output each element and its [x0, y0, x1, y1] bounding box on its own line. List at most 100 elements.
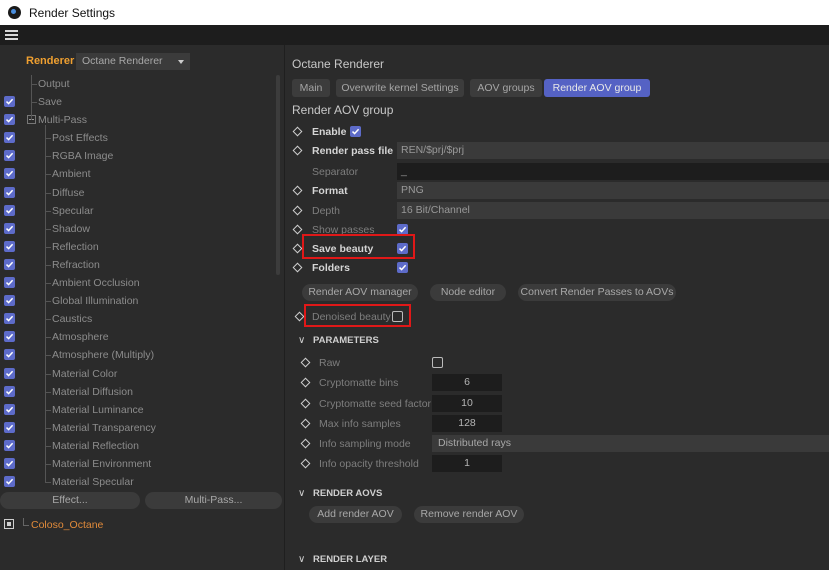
format-select[interactable]: PNG	[397, 182, 829, 199]
tree-item-checkbox[interactable]	[4, 150, 15, 162]
tree-item[interactable]: Output	[0, 75, 275, 93]
keyframe-diamond-icon[interactable]	[292, 224, 303, 235]
tab-overwrite-kernel-settings[interactable]: Overwrite kernel Settings	[336, 79, 464, 97]
highlight-box-denoised-beauty	[304, 304, 411, 327]
tree-item[interactable]: Material Color	[0, 365, 275, 383]
tree-item-checkbox[interactable]	[4, 168, 15, 180]
tree-item-checkbox[interactable]	[4, 222, 15, 234]
tree-item-label: Save	[38, 96, 62, 109]
tab-render-aov-group[interactable]: Render AOV group	[544, 79, 650, 97]
cryptomatte-bins-input[interactable]: 6	[432, 374, 502, 391]
tree-item[interactable]: Caustics	[0, 310, 275, 328]
highlight-box-save-beauty	[302, 234, 415, 259]
tree-item[interactable]: RGBA Image	[0, 147, 275, 165]
info-opacity-threshold-input[interactable]: 1	[432, 455, 502, 472]
tree-item[interactable]: Material Diffusion	[0, 383, 275, 401]
node-editor-button[interactable]: Node editor	[430, 284, 506, 301]
cryptomatte-seed-input[interactable]: 10	[432, 395, 502, 412]
keyframe-diamond-icon[interactable]	[300, 438, 311, 449]
tree-item[interactable]: Multi-Pass	[0, 111, 275, 129]
tree-item-checkbox[interactable]	[4, 403, 15, 415]
tree-item-checkbox[interactable]	[4, 114, 15, 126]
tree-item-label: Atmosphere	[52, 331, 109, 344]
tree-item-checkbox[interactable]	[4, 421, 15, 433]
tree-item-checkbox[interactable]	[4, 331, 15, 343]
render-aovs-section-header[interactable]: ∨ RENDER AOVS	[286, 485, 829, 503]
keyframe-diamond-icon[interactable]	[292, 243, 303, 254]
keyframe-diamond-icon[interactable]	[292, 126, 303, 137]
tab-aov-groups[interactable]: AOV groups	[470, 79, 542, 97]
keyframe-diamond-icon[interactable]	[294, 311, 305, 322]
keyframe-diamond-icon[interactable]	[292, 262, 303, 273]
tree-item-checkbox[interactable]	[4, 367, 15, 379]
add-render-aov-button[interactable]: Add render AOV	[309, 506, 402, 523]
tree-item[interactable]: Material Luminance	[0, 401, 275, 419]
render-aov-manager-button[interactable]: Render AOV manager	[302, 284, 418, 301]
parameters-section-header[interactable]: ∨ PARAMETERS	[286, 332, 829, 350]
keyframe-diamond-icon[interactable]	[292, 145, 303, 156]
keyframe-diamond-icon[interactable]	[300, 418, 311, 429]
tree-item-checkbox[interactable]	[4, 313, 15, 325]
tree-item-checkbox[interactable]	[4, 96, 15, 108]
render-layer-section-header[interactable]: ∨ RENDER LAYER	[286, 551, 829, 569]
convert-render-passes-button[interactable]: Convert Render Passes to AOVs	[518, 284, 676, 301]
tree-item-checkbox[interactable]	[4, 132, 15, 144]
separator-input[interactable]: _	[397, 163, 829, 180]
tree-item[interactable]: Shadow	[0, 220, 275, 238]
tree-item[interactable]: Material Transparency	[0, 419, 275, 437]
render-pass-file-input[interactable]: REN/$prj/$prj	[397, 142, 829, 159]
left-scrollbar[interactable]	[276, 75, 280, 275]
tree-item-checkbox[interactable]	[4, 295, 15, 307]
effect-button[interactable]: Effect...	[0, 492, 140, 509]
hamburger-menu-icon[interactable]	[5, 30, 18, 40]
depth-select[interactable]: 16 Bit/Channel	[397, 202, 829, 219]
tree-item-checkbox[interactable]	[4, 349, 15, 361]
tree-item[interactable]: Atmosphere (Multiply)	[0, 346, 275, 364]
tree-item[interactable]: Diffuse	[0, 184, 275, 202]
tree-item[interactable]: Atmosphere	[0, 328, 275, 346]
info-sampling-mode-select[interactable]: Distributed rays	[432, 435, 829, 452]
renderer-label: Renderer	[26, 55, 75, 67]
tree-item[interactable]: Material Reflection	[0, 437, 275, 455]
keyframe-diamond-icon[interactable]	[300, 377, 311, 388]
tree-item-checkbox[interactable]	[4, 258, 15, 270]
tree-item[interactable]: Save	[0, 93, 275, 111]
keyframe-diamond-icon[interactable]	[300, 357, 311, 368]
renderer-select[interactable]: Octane Renderer	[76, 53, 190, 70]
keyframe-diamond-icon[interactable]	[300, 398, 311, 409]
tree-item-checkbox[interactable]	[4, 240, 15, 252]
renderer-row: Renderer Octane Renderer	[0, 50, 285, 72]
tree-item[interactable]: Refraction	[0, 256, 275, 274]
tree-item-checkbox[interactable]	[4, 476, 15, 488]
format-label: Format	[312, 185, 348, 197]
keyframe-diamond-icon[interactable]	[292, 205, 303, 216]
tree-item-checkbox[interactable]	[4, 385, 15, 397]
keyframe-diamond-icon[interactable]	[292, 185, 303, 196]
raw-checkbox[interactable]	[432, 357, 443, 368]
folders-checkbox[interactable]	[397, 262, 408, 273]
tree-item[interactable]: Post Effects	[0, 129, 275, 147]
remove-render-aov-button[interactable]: Remove render AOV	[414, 506, 524, 523]
enable-checkbox[interactable]	[350, 126, 361, 137]
tree-item[interactable]: Ambient	[0, 165, 275, 183]
tab-main[interactable]: Main	[292, 79, 330, 97]
tree-item[interactable]: Global Illumination	[0, 292, 275, 310]
tree-item[interactable]: Specular	[0, 202, 275, 220]
tree-item[interactable]: Material Environment	[0, 455, 275, 473]
tree-item[interactable]: Ambient Occlusion	[0, 274, 275, 292]
tree-item-checkbox[interactable]	[4, 277, 15, 289]
render-settings-tree: Output Save Multi-Pass Post Effects RGBA Ima…	[0, 75, 275, 491]
tree-item[interactable]: Material Specular	[0, 473, 275, 491]
max-info-samples-label: Max info samples	[319, 418, 401, 430]
tree-item-checkbox[interactable]	[4, 439, 15, 451]
tree-item[interactable]: Reflection	[0, 238, 275, 256]
keyframe-diamond-icon[interactable]	[300, 458, 311, 469]
tree-item-checkbox[interactable]	[4, 457, 15, 469]
tree-item-checkbox[interactable]	[4, 204, 15, 216]
section-subtitle: Render AOV group	[292, 103, 394, 117]
tree-item-checkbox[interactable]	[4, 186, 15, 198]
max-info-samples-input[interactable]: 128	[432, 415, 502, 432]
multipass-button[interactable]: Multi-Pass...	[145, 492, 282, 509]
scene-item-row[interactable]: Coloso_Octane	[0, 516, 285, 534]
cryptomatte-bins-row: Cryptomatte bins 6	[286, 374, 829, 392]
